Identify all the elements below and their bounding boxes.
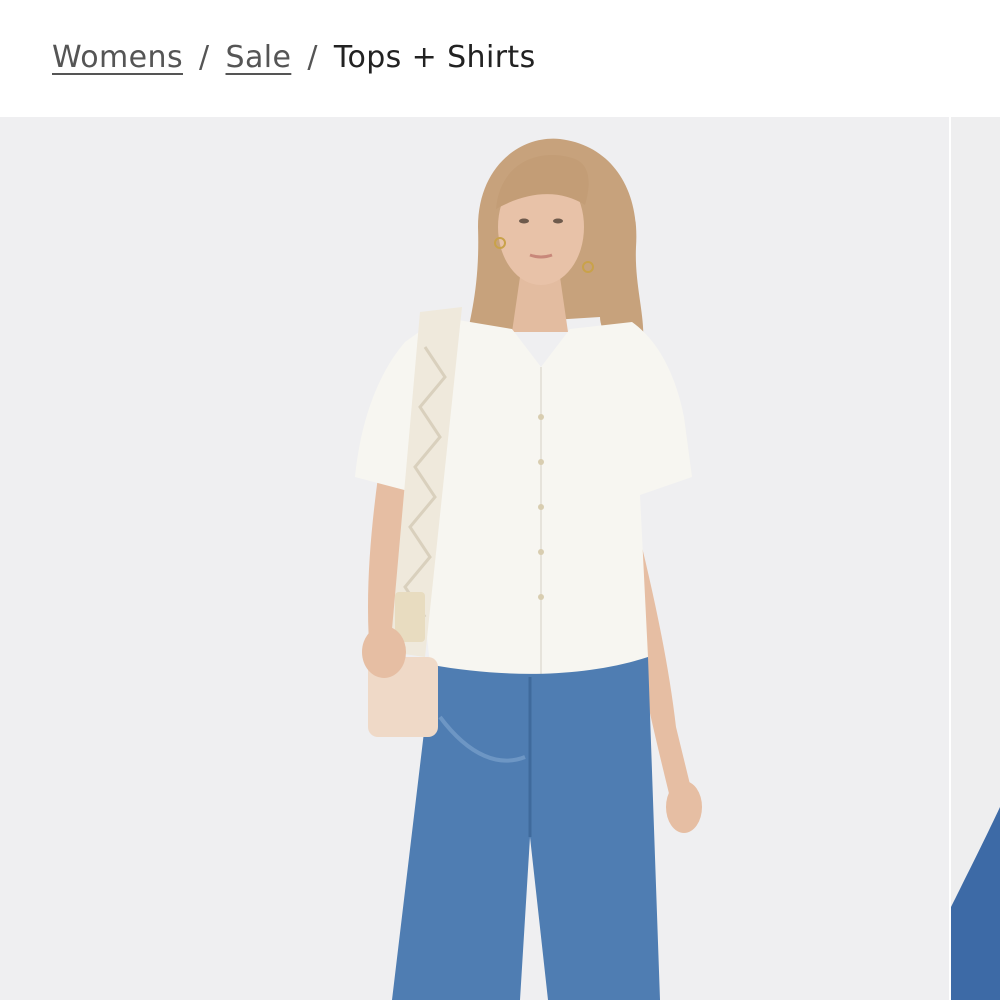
breadcrumb-current-page: Tops + Shirts <box>333 40 536 75</box>
product-image-next-preview[interactable] <box>951 117 1000 1000</box>
breadcrumb: Womens / Sale / Tops + Shirts <box>52 38 536 78</box>
product-image-gallery <box>0 117 1000 1000</box>
breadcrumb-link-womens[interactable]: Womens <box>52 38 183 78</box>
breadcrumb-separator: / <box>307 40 318 75</box>
next-photo-partial <box>951 117 1000 1000</box>
product-image-main[interactable] <box>0 117 949 1000</box>
breadcrumb-separator: / <box>198 40 210 75</box>
breadcrumb-link-sale[interactable]: Sale <box>226 38 292 78</box>
model-photo <box>0 117 949 1000</box>
